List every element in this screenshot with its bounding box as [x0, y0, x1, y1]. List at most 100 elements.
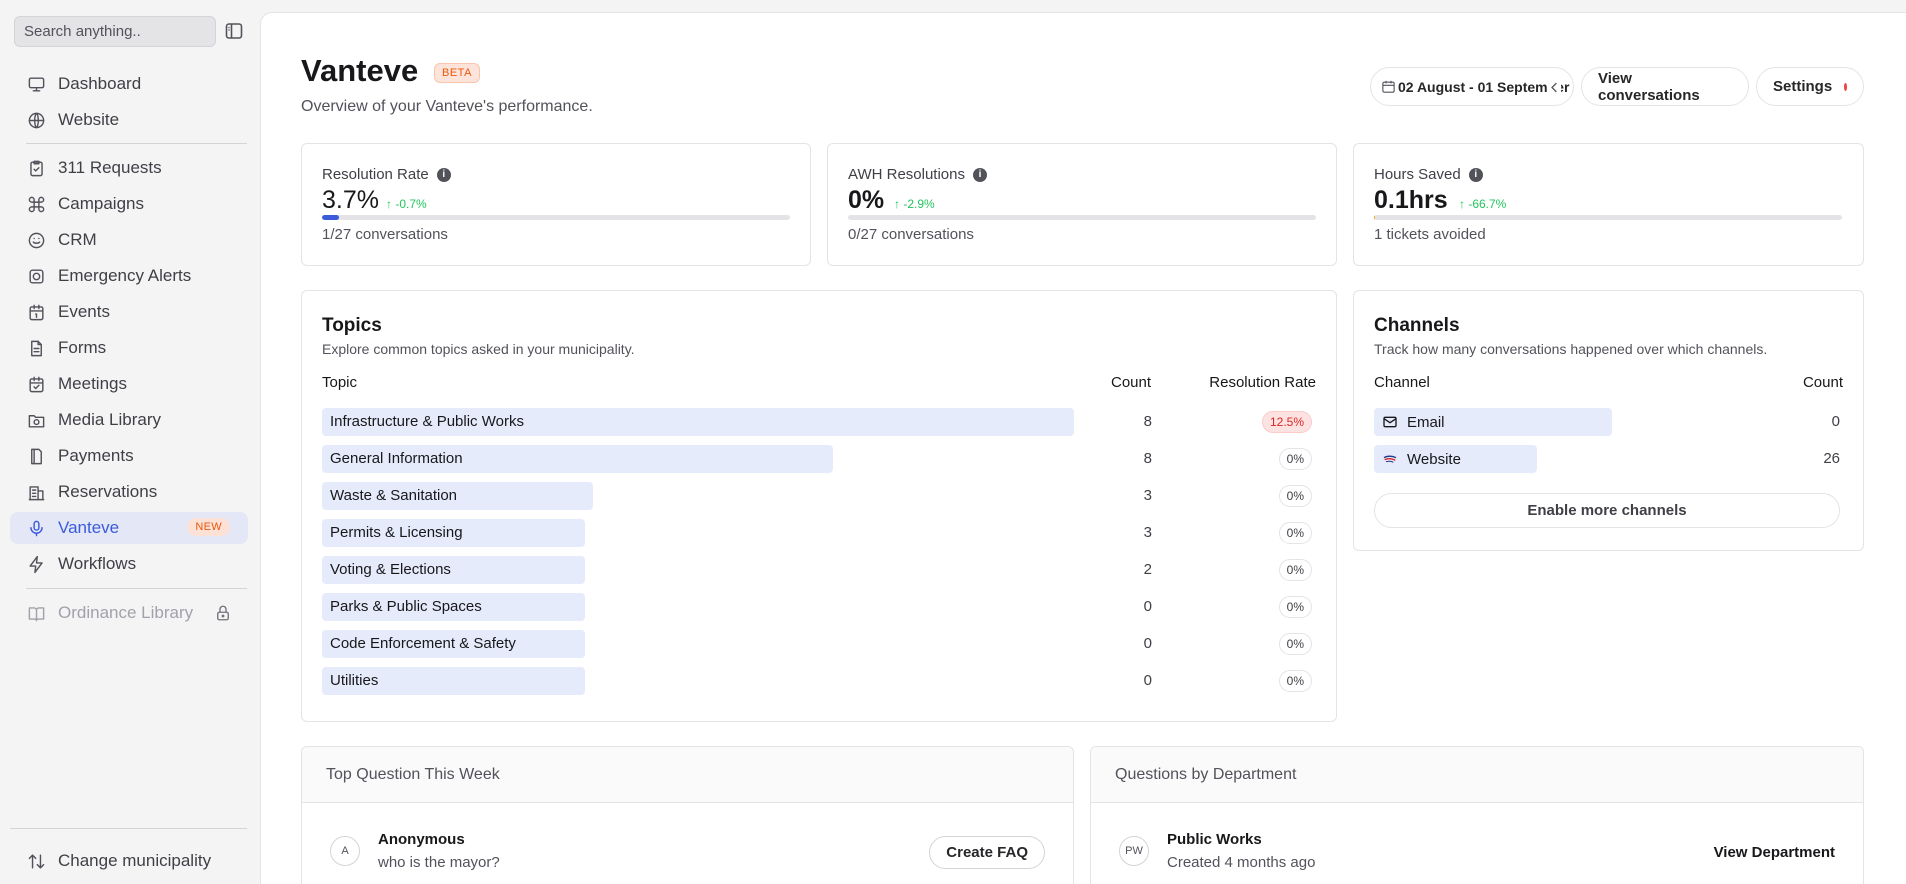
folder-icon — [26, 410, 46, 430]
sidebar: Search anything.. Dashboard Website 311 … — [0, 0, 260, 884]
sidebar-item-label: Forms — [58, 338, 107, 357]
sidebar-item-forms[interactable]: Forms — [10, 332, 248, 364]
view-conversations-button[interactable]: View conversations — [1581, 67, 1749, 106]
stat-progress-bar — [1374, 215, 1842, 220]
topic-row[interactable]: Code Enforcement & Safety 0 0% — [322, 630, 1312, 658]
topics-description: Explore common topics asked in your muni… — [322, 341, 635, 357]
topic-row[interactable]: Utilities 0 0% — [322, 667, 1312, 695]
channels-card: Channels Track how many conversations ha… — [1353, 290, 1864, 551]
sidebar-item-emergency-alerts[interactable]: Emergency Alerts — [10, 260, 248, 292]
stat-card-resolution-rate: Resolution Rate i 3.7% ↑ -0.7% 1/27 conve… — [301, 143, 811, 266]
page-title: Vanteve — [301, 53, 419, 88]
change-municipality-button[interactable]: Change municipality — [10, 845, 248, 877]
info-icon[interactable]: i — [972, 167, 987, 182]
book-icon — [26, 603, 46, 623]
sidebar-divider — [10, 828, 247, 829]
topic-column-header: Topic — [322, 374, 358, 391]
sidebar-divider — [26, 143, 247, 144]
calendar-icon — [26, 302, 46, 322]
settings-button[interactable]: Settings — [1756, 67, 1864, 106]
stat-card-hours-saved: Hours Saved i 0.1hrs ↑ -66.7% 1 tickets a… — [1353, 143, 1864, 266]
info-icon[interactable]: i — [436, 167, 451, 182]
topics-card: Topics Explore common topics asked in yo… — [301, 290, 1337, 722]
sidebar-item-campaigns[interactable]: Campaigns — [10, 188, 248, 220]
topic-count: 8 — [1143, 450, 1152, 467]
globe-icon — [26, 110, 46, 130]
department-name: Public Works — [1167, 831, 1262, 848]
sidebar-item-media-library[interactable]: Media Library — [10, 404, 248, 436]
sidebar-item-label: Website — [58, 110, 120, 129]
sidebar-item-label: Meetings — [58, 374, 127, 393]
info-icon[interactable]: i — [1468, 167, 1483, 182]
topic-row[interactable]: Waste & Sanitation 3 0% — [322, 482, 1312, 510]
view-department-link[interactable]: View Department — [1714, 844, 1835, 861]
sidebar-item-vanteve[interactable]: Vanteve NEW — [10, 512, 248, 544]
create-faq-button[interactable]: Create FAQ — [929, 836, 1045, 869]
topic-count: 3 — [1143, 524, 1152, 541]
date-range-button[interactable]: 02 August - 01 September — [1370, 67, 1574, 106]
avatar: A — [330, 836, 360, 866]
stat-value: 3.7% — [322, 186, 379, 214]
resolution-rate-badge: 0% — [1278, 596, 1312, 618]
new-badge: NEW — [187, 518, 230, 536]
sidebar-item-events[interactable]: Events — [10, 296, 248, 328]
enable-more-channels-button[interactable]: Enable more channels — [1374, 493, 1840, 528]
stat-progress-fill — [1374, 215, 1375, 220]
sidebar-item-reservations[interactable]: Reservations — [10, 476, 248, 508]
channel-column-header: Channel — [1374, 374, 1430, 391]
sidebar-item-label: CRM — [58, 230, 97, 249]
sidebar-item-label: 311 Requests — [58, 158, 162, 177]
topic-row[interactable]: Voting & Elections 2 0% — [322, 556, 1312, 584]
stat-note: 1/27 conversations — [322, 226, 448, 243]
topic-label: Infrastructure & Public Works — [330, 413, 524, 430]
resolution-rate-badge: 0% — [1278, 670, 1312, 692]
monitor-icon — [26, 74, 46, 94]
stat-progress-fill — [322, 215, 340, 220]
resolution-rate-badge: 0% — [1278, 448, 1312, 470]
sidebar-item-website[interactable]: Website — [10, 104, 248, 136]
main-content: Vanteve BETA Overview of your Vanteve's … — [260, 12, 1906, 884]
stat-delta: ↑ -0.7% — [386, 197, 427, 211]
resolution-rate-column-header: Resolution Rate — [1209, 374, 1316, 391]
sidebar-item-ordinance-library[interactable]: Ordinance Library — [10, 597, 248, 629]
topic-row[interactable]: General Information 8 0% — [322, 445, 1312, 473]
clipboard-icon — [26, 158, 46, 178]
channel-label: Website — [1407, 450, 1461, 468]
channel-row-website[interactable]: Website 26 — [1374, 445, 1840, 473]
sidebar-item-payments[interactable]: Payments — [10, 440, 248, 472]
sidebar-item-workflows[interactable]: Workflows — [10, 548, 248, 580]
department-title: Questions by Department — [1115, 766, 1297, 783]
topic-row[interactable]: Permits & Licensing 3 0% — [322, 519, 1312, 547]
sidebar-item-label: Ordinance Library — [58, 603, 194, 622]
sidebar-toggle-icon[interactable] — [225, 22, 243, 40]
sidebar-item-label: Emergency Alerts — [58, 266, 192, 285]
stat-delta: ↑ -66.7% — [1459, 197, 1507, 211]
topic-count: 2 — [1143, 561, 1152, 578]
count-column-header: Count — [1111, 374, 1152, 391]
sidebar-item-crm[interactable]: CRM — [10, 224, 248, 256]
avatar: PW — [1119, 836, 1149, 866]
channel-row-email[interactable]: Email 0 — [1374, 408, 1840, 436]
sidebar-item-label: Dashboard — [58, 74, 142, 93]
mail-icon — [1383, 416, 1397, 428]
channels-description: Track how many conversations happened ov… — [1374, 341, 1768, 357]
stat-delta: ↑ -2.9% — [894, 197, 935, 211]
sidebar-item-meetings[interactable]: Meetings — [10, 368, 248, 400]
department-header: Questions by Department — [1091, 747, 1863, 803]
topic-count: 0 — [1143, 672, 1152, 689]
topic-row[interactable]: Parks & Public Spaces 0 0% — [322, 593, 1312, 621]
topic-label: General Information — [330, 450, 463, 467]
alert-icon — [26, 266, 46, 286]
top-question-card: Top Question This Week A Anonymous who i… — [301, 746, 1074, 884]
sidebar-item-311-requests[interactable]: 311 Requests — [10, 152, 248, 184]
resolution-rate-badge: 12.5% — [1261, 411, 1312, 433]
change-municipality-label: Change municipality — [58, 851, 212, 870]
sidebar-item-dashboard[interactable]: Dashboard — [10, 68, 248, 100]
question-author: Anonymous — [378, 831, 465, 848]
channel-count: 0 — [1831, 413, 1840, 430]
search-input[interactable]: Search anything.. — [14, 16, 216, 47]
sidebar-divider — [26, 588, 247, 589]
topic-row[interactable]: Infrastructure & Public Works 8 12.5% — [322, 408, 1312, 436]
stat-card-awh-resolutions: AWH Resolutions i 0% ↑ -2.9% 0/27 convers… — [827, 143, 1337, 266]
topic-count: 0 — [1143, 635, 1152, 652]
